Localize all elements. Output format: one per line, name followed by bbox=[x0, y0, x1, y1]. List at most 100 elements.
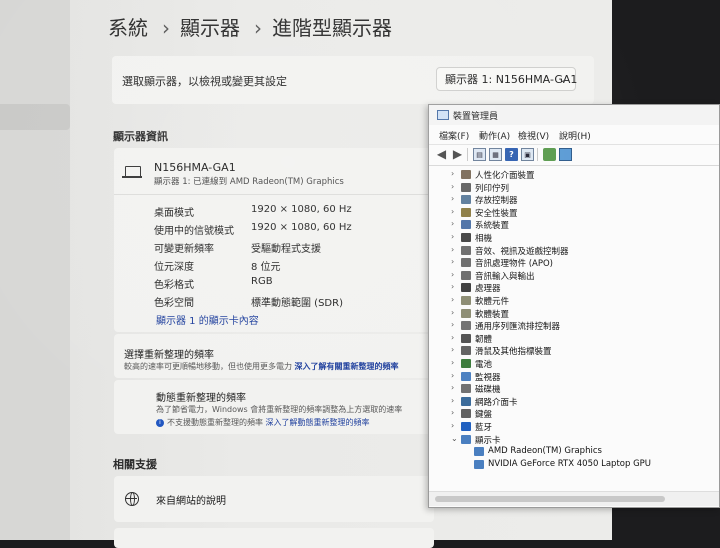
device-category-icon bbox=[461, 207, 471, 217]
monitor-name: N156HMA-GA1 bbox=[154, 161, 236, 174]
prop-value: 受驅動程式支援 bbox=[251, 244, 321, 255]
device-category-icon bbox=[461, 220, 471, 230]
device-category-label: 音效、視訊及遊戲控制器 bbox=[475, 246, 569, 257]
help-icon[interactable]: ? bbox=[505, 148, 518, 161]
device-category-label: 軟體元件 bbox=[475, 297, 510, 307]
chevron-right-icon[interactable]: › bbox=[451, 194, 459, 203]
help-from-web-card[interactable]: 來自網站的說明 bbox=[114, 476, 434, 522]
scrollbar-thumb[interactable] bbox=[435, 496, 665, 502]
prop-label: 色彩格式 bbox=[154, 280, 194, 291]
back-arrow-icon[interactable]: ◀ bbox=[435, 148, 448, 161]
properties-icon[interactable]: ▦ bbox=[489, 148, 502, 161]
menu-file[interactable]: 檔案(F) bbox=[439, 129, 469, 142]
chevron-right-icon[interactable]: › bbox=[451, 408, 459, 417]
monitor-icon[interactable] bbox=[559, 148, 572, 161]
device-category-label: 安全性裝置 bbox=[475, 208, 518, 219]
chevron-right-icon[interactable]: › bbox=[451, 270, 459, 279]
prop-value: RGB bbox=[251, 276, 273, 287]
device-manager-title: 裝置管理員 bbox=[453, 112, 499, 122]
show-hide-tree-icon[interactable]: ▤ bbox=[473, 148, 486, 161]
chevron-right-icon[interactable]: › bbox=[451, 257, 459, 266]
dynamic-refresh-note-text: 不支援動態重新整理的頻率 bbox=[167, 418, 263, 427]
refresh-rate-desc-text: 較高的速率可更順暢地移動，但也使用更多電力 bbox=[124, 362, 292, 371]
chevron-right-icon[interactable]: › bbox=[451, 421, 459, 430]
device-category-icon bbox=[461, 233, 471, 242]
dynamic-refresh-note: i 不支援動態重新整理的頻率 深入了解動態重新整理的頻率 bbox=[156, 417, 370, 428]
device-category-icon bbox=[461, 195, 471, 205]
menu-action[interactable]: 動作(A) bbox=[479, 129, 510, 142]
chevron-right-icon[interactable]: › bbox=[451, 358, 459, 367]
toolbar: ◀ ▶ ▤ ▦ ? ▣ bbox=[429, 144, 719, 166]
device-category-label: 網路介面卡 bbox=[475, 397, 518, 408]
dynamic-refresh-desc: 為了節省電力，Windows 會將重新整理的頻率調整為上方選取的速率 bbox=[156, 405, 403, 414]
refresh-rate-learn-link[interactable]: 深入了解有關重新整理的頻率 bbox=[295, 362, 399, 371]
device-category-icon bbox=[461, 409, 471, 419]
monitor-connection: 顯示器 1: 已連線到 AMD Radeon(TM) Graphics bbox=[154, 177, 344, 187]
device-category-label: 相機 bbox=[475, 234, 493, 244]
device-manager-app-icon bbox=[437, 110, 449, 120]
device-category-label: 存放控制器 bbox=[475, 196, 518, 207]
menu-help[interactable]: 說明(H) bbox=[559, 129, 591, 142]
display-adapter-icon bbox=[474, 459, 484, 469]
prop-value: 8 位元 bbox=[251, 262, 281, 273]
prop-label: 色彩空間 bbox=[154, 298, 194, 309]
toolbar-separator bbox=[537, 148, 538, 161]
scan-hardware-icon[interactable] bbox=[543, 148, 556, 161]
display-dropdown[interactable]: 顯示器 1: N156HMA-GA1 ⌄ bbox=[436, 67, 578, 91]
device-category-icon bbox=[461, 422, 471, 431]
menu-view[interactable]: 檢視(V) bbox=[518, 129, 549, 142]
dynamic-refresh-learn-link[interactable]: 深入了解動態重新整理的頻率 bbox=[266, 418, 370, 427]
chevron-right-icon[interactable]: › bbox=[451, 371, 459, 380]
device-category-label: 音訊處理物件 (APO) bbox=[475, 259, 553, 270]
device-category-icon bbox=[461, 182, 471, 192]
chevron-right-icon[interactable]: › bbox=[451, 383, 459, 392]
display-adapter-icon bbox=[474, 447, 484, 457]
device-category-icon bbox=[461, 308, 471, 318]
chevron-right-icon[interactable]: › bbox=[451, 282, 459, 291]
chevron-right-icon[interactable]: › bbox=[451, 295, 459, 304]
display-dropdown-value: 顯示器 1: N156HMA-GA1 bbox=[445, 73, 578, 86]
chevron-right-icon[interactable]: › bbox=[451, 345, 459, 354]
breadcrumb-display[interactable]: 顯示器 bbox=[180, 16, 240, 40]
device-category-icon bbox=[461, 333, 471, 343]
display-select-label: 選取顯示器，以檢視或變更其設定 bbox=[122, 75, 287, 88]
device-category-icon bbox=[461, 296, 471, 305]
update-driver-icon[interactable]: ▣ bbox=[521, 148, 534, 161]
chevron-right-icon[interactable]: › bbox=[451, 396, 459, 405]
display-info-card: N156HMA-GA1 顯示器 1: 已連線到 AMD Radeon(TM) G… bbox=[114, 148, 434, 332]
chevron-right-icon[interactable]: › bbox=[451, 320, 459, 329]
device-category-label: 人性化介面裝置 bbox=[475, 171, 535, 181]
prop-label: 位元深度 bbox=[154, 262, 194, 273]
chevron-down-icon: ⌄ bbox=[558, 74, 567, 85]
support-card-partial[interactable] bbox=[114, 528, 434, 548]
chevron-right-icon[interactable]: › bbox=[451, 182, 459, 191]
dynamic-refresh-title: 動態重新整理的頻率 bbox=[156, 393, 246, 404]
forward-arrow-icon[interactable]: ▶ bbox=[451, 148, 464, 161]
device-category-icon bbox=[461, 270, 471, 280]
chevron-right-icon[interactable]: › bbox=[451, 169, 459, 178]
device-manager-titlebar[interactable]: 裝置管理員 bbox=[429, 105, 719, 125]
device-category-label: 電池 bbox=[475, 360, 493, 370]
refresh-rate-title: 選擇重新整理的頻率 bbox=[124, 350, 214, 361]
adapter-properties-link[interactable]: 顯示器 1 的顯示卡內容 bbox=[156, 312, 259, 327]
menu-bar: 檔案(F) 動作(A) 檢視(V) 說明(H) bbox=[429, 127, 719, 143]
chevron-right-icon[interactable]: › bbox=[451, 245, 459, 254]
chevron-right-icon[interactable]: › bbox=[451, 308, 459, 317]
dynamic-refresh-card: 動態重新整理的頻率 為了節省電力，Windows 會將重新整理的頻率調整為上方選… bbox=[114, 380, 434, 434]
chevron-down-icon[interactable]: ⌄ bbox=[451, 434, 459, 443]
globe-icon bbox=[125, 492, 139, 506]
chevron-right-icon[interactable]: › bbox=[451, 219, 459, 228]
chevron-right-icon[interactable]: › bbox=[451, 333, 459, 342]
chevron-right-icon[interactable]: › bbox=[451, 207, 459, 216]
device-category-icon bbox=[461, 371, 471, 381]
breadcrumb-system[interactable]: 系統 bbox=[108, 16, 148, 40]
device-category-icon bbox=[461, 321, 471, 331]
prop-value: 1920 × 1080, 60 Hz bbox=[251, 204, 352, 215]
help-from-web-label: 來自網站的說明 bbox=[156, 496, 226, 507]
device-category-label: 顯示卡 bbox=[475, 435, 501, 446]
prop-label: 桌面模式 bbox=[154, 208, 194, 219]
device-category-icon bbox=[461, 258, 471, 268]
settings-nav-selected[interactable] bbox=[0, 104, 70, 130]
horizontal-scrollbar[interactable] bbox=[429, 491, 719, 506]
chevron-right-icon[interactable]: › bbox=[451, 232, 459, 241]
